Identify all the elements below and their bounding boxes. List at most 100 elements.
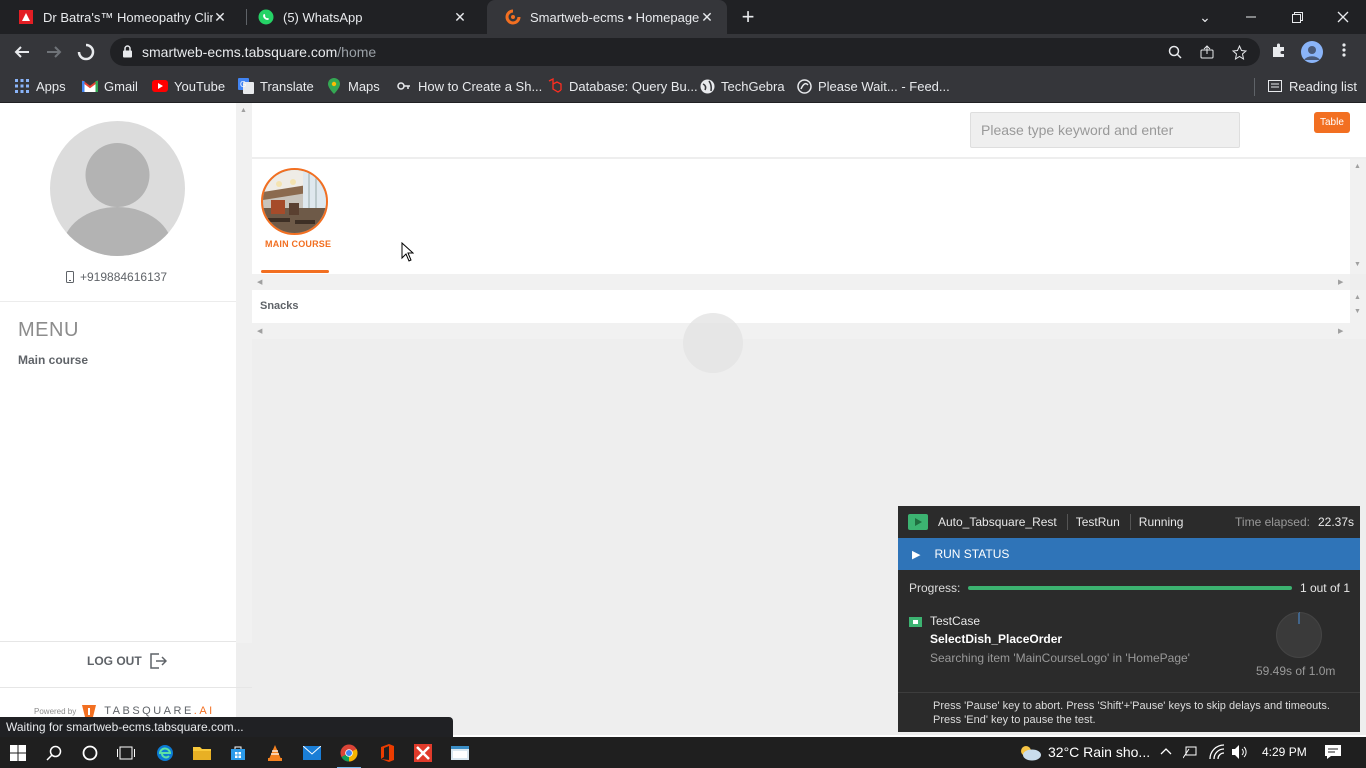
zoom-search-icon[interactable] <box>1167 44 1183 60</box>
close-icon[interactable]: ✕ <box>452 9 468 25</box>
table-badge[interactable]: Table <box>1314 112 1350 133</box>
test-case-type: TestCase <box>930 614 981 628</box>
laravel-icon <box>547 78 563 94</box>
chevron-up-icon[interactable] <box>1160 743 1172 762</box>
browser-toolbar: smartweb-ecms.tabsquare.com/home <box>0 34 1366 70</box>
category-vertical-scrollbar[interactable]: ▲ ▼ <box>1350 159 1366 274</box>
search-icon[interactable] <box>42 741 66 765</box>
kebab-menu-icon[interactable] <box>1334 40 1354 60</box>
notifications-icon[interactable] <box>1325 744 1341 763</box>
close-icon[interactable]: ✕ <box>699 9 715 25</box>
run-status-heading: RUN STATUS <box>934 547 1010 561</box>
bookmark-label: Translate <box>260 78 314 94</box>
subcategory-horizontal-scrollbar[interactable]: ◀ ▶ <box>252 323 1350 339</box>
timeout-progress-circle <box>1276 612 1322 658</box>
run-instructions: Press 'Pause' key to abort. Press 'Shift… <box>898 692 1360 732</box>
bookmark-youtube[interactable]: YouTube <box>152 76 225 96</box>
menu-item-main-course[interactable]: Main course <box>18 353 88 367</box>
svg-text:G: G <box>240 80 246 89</box>
wifi-icon[interactable] <box>1209 744 1225 763</box>
window-close-icon[interactable] <box>1320 0 1366 34</box>
batra-icon <box>18 9 34 25</box>
progress-bar <box>968 586 1293 590</box>
lock-icon[interactable] <box>122 45 133 61</box>
store-icon[interactable] <box>226 741 250 765</box>
category-horizontal-scrollbar[interactable]: ◀ ▶ <box>252 274 1350 290</box>
apps-grid-icon <box>14 78 30 94</box>
test-run-status-panel: Auto_Tabsquare_Rest TestRun Running Time… <box>898 506 1360 732</box>
logout-button[interactable]: LOG OUT <box>87 653 167 669</box>
bookmark-star-icon[interactable] <box>1231 44 1247 60</box>
task-view-icon[interactable] <box>114 741 138 765</box>
bookmark-how-to-create[interactable]: How to Create a Sh... <box>396 76 542 96</box>
bookmark-gmail[interactable]: Gmail <box>82 76 138 96</box>
vlc-icon[interactable] <box>263 741 287 765</box>
browser-tab[interactable]: Dr Batra's™ Homeopathy Clinics | ✕ <box>0 0 240 34</box>
subcategory-vertical-scrollbar[interactable]: ▲ ▼ <box>1350 290 1366 339</box>
run-status-section[interactable]: ▶ RUN STATUS <box>898 538 1360 570</box>
mail-icon[interactable] <box>300 741 324 765</box>
test-case-info: TestCase SelectDish_PlaceOrder Searching… <box>909 614 1190 665</box>
windows-taskbar: 32°C Rain sho... 4:29 PM <box>0 737 1366 768</box>
bookmark-maps[interactable]: Maps <box>326 76 380 96</box>
search-input[interactable] <box>970 112 1240 148</box>
forward-arrow-icon[interactable] <box>42 40 66 64</box>
browser-tab-active[interactable]: Smartweb-ecms • Homepage ✕ <box>487 0 727 34</box>
file-explorer-icon[interactable] <box>190 741 214 765</box>
back-arrow-icon[interactable] <box>10 40 34 64</box>
new-tab-plus-icon[interactable]: + <box>738 6 758 28</box>
bookmark-database-query[interactable]: Database: Query Bu... <box>547 76 698 96</box>
subcategory-snacks[interactable]: Snacks <box>260 300 299 312</box>
address-bar[interactable]: smartweb-ecms.tabsquare.com/home <box>110 38 1260 66</box>
category-image-main-course[interactable] <box>261 168 328 235</box>
loading-spinner-icon[interactable] <box>74 40 98 64</box>
office-icon[interactable] <box>375 741 399 765</box>
bookmark-translate[interactable]: G Translate <box>238 76 314 96</box>
bookmark-please-wait[interactable]: Please Wait... - Feed... <box>796 76 950 96</box>
clock-time[interactable]: 4:29 PM <box>1262 745 1307 759</box>
weather-cloud-icon[interactable] <box>1018 743 1042 764</box>
sidebar-scrollbar[interactable]: ▲ <box>236 103 252 643</box>
sidebar-divider <box>0 301 236 302</box>
edge-browser-icon[interactable] <box>153 741 177 765</box>
bookmark-label: Database: Query Bu... <box>569 78 698 94</box>
tabsquare-icon <box>505 9 521 25</box>
bookmark-apps[interactable]: Apps <box>14 76 66 96</box>
close-icon[interactable]: ✕ <box>212 9 228 25</box>
reading-list-button[interactable]: Reading list <box>1267 76 1357 96</box>
gmail-icon <box>82 78 98 94</box>
xming-icon[interactable] <box>411 741 435 765</box>
profile-avatar-icon[interactable] <box>1301 41 1323 63</box>
network-ethernet-icon[interactable] <box>1182 745 1199 762</box>
maps-icon <box>326 78 342 94</box>
bookmark-techgebra[interactable]: TechGebra <box>699 76 785 96</box>
tab-search-chevron-icon[interactable]: ⌄ <box>1182 0 1228 34</box>
bookmark-label: Apps <box>36 78 66 94</box>
cortana-circle-icon[interactable] <box>78 741 102 765</box>
share-icon[interactable] <box>1199 44 1215 60</box>
chrome-icon[interactable] <box>337 741 361 768</box>
windows-start-icon[interactable] <box>6 741 30 765</box>
progress-label: Progress: <box>909 581 961 595</box>
bookmark-label: Please Wait... - Feed... <box>818 78 950 94</box>
phone-number: +919884616137 <box>66 270 167 284</box>
run-name: TestRun <box>1075 515 1120 529</box>
category-label[interactable]: MAIN COURSE <box>265 239 331 249</box>
terminal-window-icon[interactable] <box>448 741 472 765</box>
run-state: Running <box>1138 515 1184 529</box>
tab-title: Smartweb-ecms • Homepage <box>530 9 700 25</box>
extensions-puzzle-icon[interactable] <box>1269 40 1289 60</box>
weather-text[interactable]: 32°C Rain sho... <box>1048 744 1150 760</box>
browser-tab[interactable]: (5) WhatsApp ✕ <box>240 0 480 34</box>
restaurant-interior-image <box>263 170 326 233</box>
phone-text: +919884616137 <box>80 270 168 284</box>
bookmark-label: How to Create a Sh... <box>418 78 543 94</box>
tabsquare-logo-icon <box>82 705 97 717</box>
volume-icon[interactable] <box>1231 744 1249 763</box>
sidebar: +919884616137 MENU Main course LOG OUT P… <box>0 103 252 735</box>
restore-icon[interactable] <box>1274 0 1320 34</box>
person-silhouette-icon <box>62 143 173 256</box>
minimize-icon[interactable] <box>1228 0 1274 34</box>
mouse-cursor-icon <box>401 241 415 265</box>
run-project-name: Auto_Tabsquare_Rest <box>938 515 1057 529</box>
